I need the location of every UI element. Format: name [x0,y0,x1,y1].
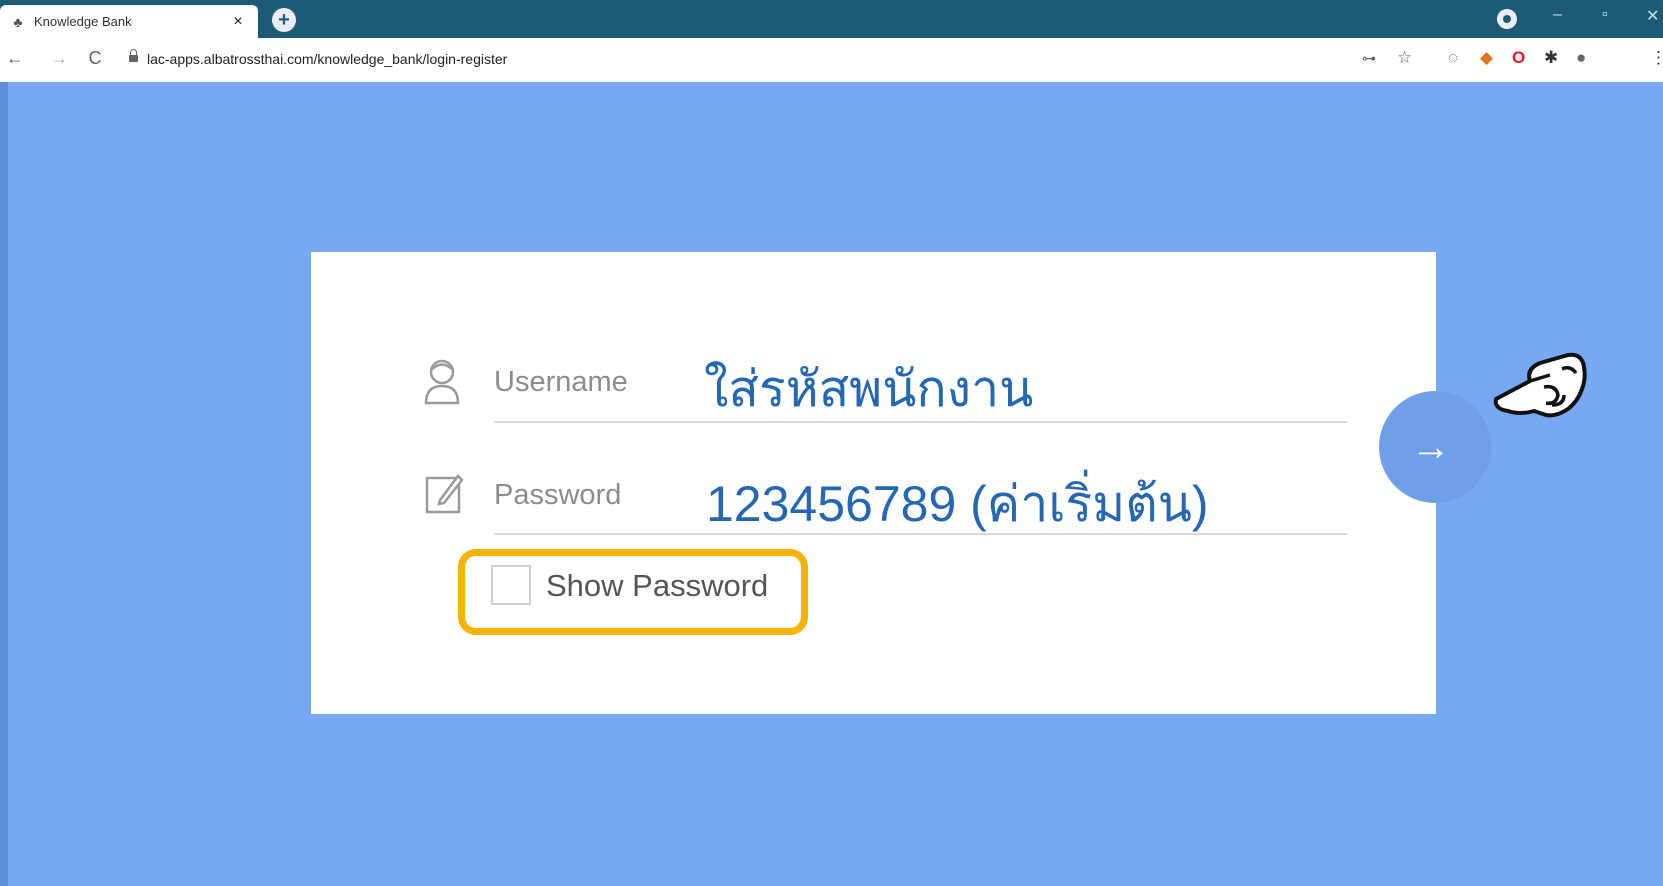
left-edge-bar [0,82,8,886]
puzzle-extensions-icon[interactable]: ✱ [1544,48,1558,68]
lock-icon [129,49,138,62]
bookmark-star-icon[interactable]: ☆ [1397,48,1412,68]
username-underline [494,421,1347,423]
avatar-icon[interactable]: ● [1576,48,1586,68]
user-avatar-icon [422,355,462,410]
minimize-icon[interactable]: – [1553,6,1562,24]
address-bar[interactable]: lac-apps.albatrossthai.com/knowledge_ban… [147,51,507,67]
reload-icon[interactable]: C [84,48,106,69]
forward-icon[interactable]: → [48,48,70,69]
restore-icon[interactable]: ▫ [1602,6,1608,24]
profile-icon[interactable] [1497,9,1517,29]
show-password-highlight [458,549,808,635]
login-submit-button[interactable]: → [1379,391,1491,503]
close-window-icon[interactable]: ✕ [1646,6,1659,26]
username-label[interactable]: Username [494,366,628,399]
tab-title: Knowledge Bank [34,14,132,29]
password-underline [494,533,1347,535]
browser-tab[interactable]: ♣ Knowledge Bank × [0,5,258,38]
browser-toolbar: ← → C lac-apps.albatrossthai.com/knowled… [0,38,1663,83]
tab-close-icon[interactable]: × [228,13,248,31]
menu-dots-icon[interactable]: ⋮ [1650,48,1663,68]
password-label[interactable]: Password [494,479,621,512]
key-icon[interactable]: ⊶ [1362,50,1376,67]
knowledge-bank-favicon-icon: ♣ [13,13,23,30]
username-note: ใส่รหัสพนักงาน [704,361,1034,417]
back-icon[interactable]: ← [4,48,26,69]
metamask-fox-icon[interactable]: ◆ [1480,48,1493,68]
pointing-hand-icon [1490,345,1590,435]
pencil-edit-icon [424,470,466,521]
extension-circle-icon[interactable]: ◌ [1448,48,1458,68]
browser-tabstrip: ♣ Knowledge Bank × + – ▫ ✕ [0,0,1663,38]
new-tab-button[interactable]: + [272,8,296,32]
opera-icon[interactable]: O [1512,48,1525,68]
